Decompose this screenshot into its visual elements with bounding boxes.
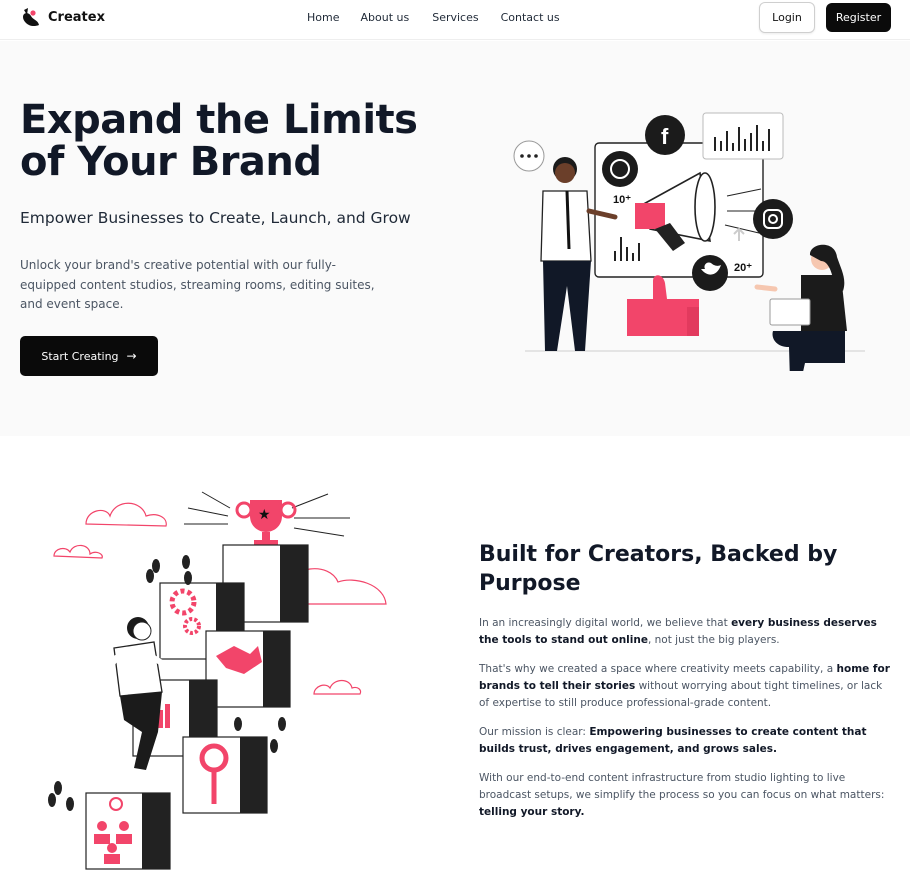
stat-left: 10⁺ xyxy=(613,194,631,206)
hero-description: Unlock your brand's creative potential w… xyxy=(20,258,375,311)
about-paragraph-3: Our mission is clear: Empowering busines… xyxy=(479,726,867,755)
hero-title: Expand the Limits of Your Brand xyxy=(20,97,418,185)
nav-about[interactable]: About us xyxy=(360,11,409,24)
instagram-icon xyxy=(753,199,793,239)
createx-logo-icon xyxy=(23,8,39,27)
arrow-right-icon: → xyxy=(126,349,137,363)
hero-subtitle: Empower Businesses to Create, Launch, an… xyxy=(20,209,411,227)
about-paragraph-2: That's why we created a space where crea… xyxy=(479,663,890,709)
svg-text:f: f xyxy=(661,124,669,149)
nav-home[interactable]: Home xyxy=(307,11,339,24)
nav-contact[interactable]: Contact us xyxy=(501,11,560,24)
brand-name: Createx xyxy=(48,9,105,25)
hero-illustration: f 10⁺ 20⁺ xyxy=(513,112,865,371)
about-illustration: ★ xyxy=(48,491,387,870)
stat-right: 20⁺ xyxy=(734,262,752,274)
start-creating-button[interactable]: Start Creating → xyxy=(20,336,158,376)
hero-section: Expand the Limits of Your Brand Empower … xyxy=(0,41,910,436)
start-creating-label: Start Creating xyxy=(41,349,119,363)
nav-links: Home About us Services Contact us xyxy=(307,11,560,24)
about-title: Built for Creators, Backed by Purpose xyxy=(479,542,838,596)
about-paragraph-1: In an increasingly digital world, we bel… xyxy=(479,617,877,646)
svg-text:★: ★ xyxy=(258,507,271,523)
about-paragraph-4: With our end-to-end content infrastructu… xyxy=(479,772,885,818)
login-button[interactable]: Login xyxy=(759,2,815,33)
top-navbar: Createx Home About us Services Contact u… xyxy=(0,0,910,40)
whatsapp-icon xyxy=(602,151,638,187)
brand-logo[interactable]: Createx xyxy=(20,6,105,28)
register-button[interactable]: Register xyxy=(826,3,891,32)
nav-services[interactable]: Services xyxy=(432,11,478,24)
